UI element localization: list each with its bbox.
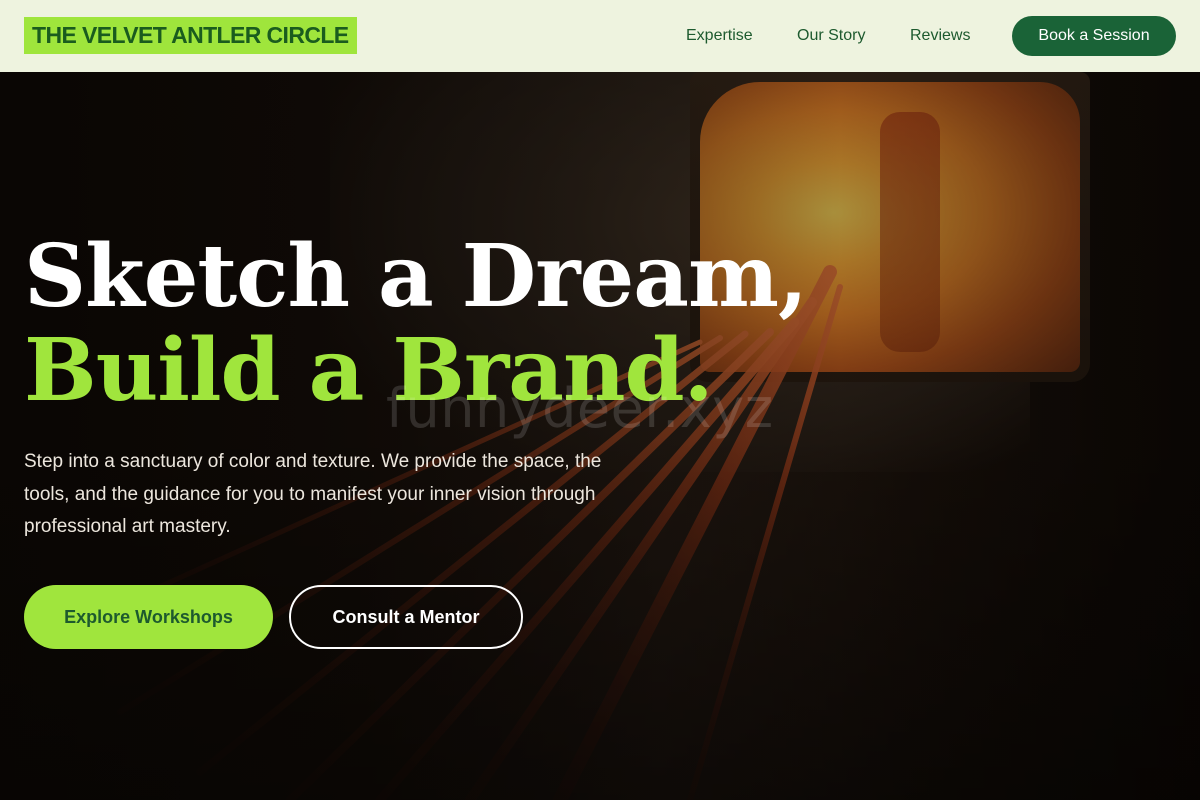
headline-line-1: Sketch a Dream, <box>24 226 808 327</box>
book-session-button[interactable]: Book a Session <box>1012 16 1176 56</box>
nav-link-our-story[interactable]: Our Story <box>797 26 865 46</box>
landing-page: THE VELVET ANTLER CIRCLE Expertise Our S… <box>0 0 1200 800</box>
nav-link-expertise[interactable]: Expertise <box>686 26 753 46</box>
hero-description: Step into a sanctuary of color and textu… <box>24 451 602 537</box>
hero-section: Sketch a Dream, Build a Brand. funnydeer… <box>0 72 1200 800</box>
explore-workshops-button[interactable]: Explore Workshops <box>24 585 273 649</box>
navbar: THE VELVET ANTLER CIRCLE Expertise Our S… <box>0 0 1200 72</box>
brand-logo[interactable]: THE VELVET ANTLER CIRCLE <box>24 17 357 54</box>
watermark-text: funnydeer.xyz <box>386 377 774 440</box>
consult-mentor-button[interactable]: Consult a Mentor <box>289 585 523 649</box>
nav-link-reviews[interactable]: Reviews <box>910 26 970 46</box>
